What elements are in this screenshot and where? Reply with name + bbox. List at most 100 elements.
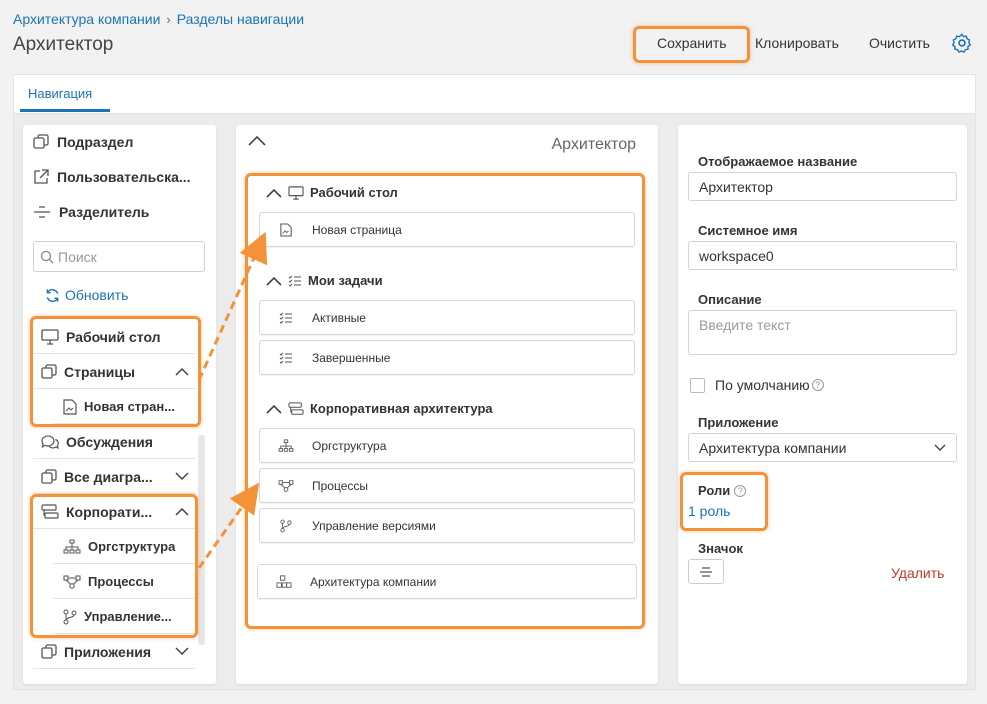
clear-button[interactable]: Очистить (869, 35, 930, 51)
system-name-input[interactable]: workspace0 (688, 241, 957, 270)
tree-item-label: Приложения (64, 643, 152, 660)
add-subsection-label: Подраздел (57, 134, 134, 150)
copy-icon (41, 468, 57, 484)
group-label: Рабочий стол (310, 185, 398, 200)
chevron-up-icon[interactable] (266, 404, 282, 414)
nav-item-org[interactable]: Оргструктура (259, 428, 635, 463)
help-icon[interactable]: ? (811, 379, 824, 391)
default-label: По умолчанию (715, 377, 810, 393)
nav-item-active[interactable]: Активные (259, 300, 635, 335)
process-icon (63, 575, 81, 589)
refresh-button[interactable]: Обновить (45, 287, 128, 303)
tree-item-label: Обсуждения (66, 433, 153, 450)
gear-icon[interactable] (951, 32, 973, 54)
tab-bar (13, 74, 976, 114)
chevron-down-icon[interactable] (175, 472, 189, 481)
chevron-right-icon: › (166, 11, 171, 27)
group-tasks-header[interactable]: Мои задачи (266, 273, 383, 288)
clone-button[interactable]: Клонировать (755, 35, 839, 51)
chevron-up-icon[interactable] (266, 276, 282, 286)
add-divider-label: Разделитель (59, 204, 150, 220)
tab-navigation[interactable]: Навигация (28, 86, 92, 101)
add-divider-button[interactable]: Разделитель (33, 204, 149, 220)
chevron-up-icon[interactable] (248, 135, 266, 146)
tree-item-processes[interactable]: Процессы (53, 565, 195, 599)
add-custom-label: Пользовательска... (57, 169, 191, 185)
checklist-icon (288, 275, 301, 287)
chevron-up-icon[interactable] (175, 367, 189, 376)
tree-item-corporate[interactable]: Корпорати... (33, 495, 195, 529)
branch-icon (280, 519, 292, 532)
roles-link[interactable]: 1 роль (688, 503, 730, 519)
search-placeholder: Поиск (58, 248, 97, 265)
nav-item-new-page[interactable]: Новая страница (259, 212, 635, 247)
description-input[interactable]: Введите текст (688, 310, 957, 355)
nav-item-label: Завершенные (312, 350, 391, 365)
default-checkbox[interactable] (690, 377, 705, 393)
delete-button[interactable]: Удалить (891, 565, 944, 581)
page-title: Архитектор (13, 34, 114, 55)
preview-title: Архитектор (551, 136, 637, 153)
divider-icon (34, 206, 50, 218)
icon-label: Значок (698, 541, 743, 556)
tree-item-label: Оргструктура (88, 539, 176, 554)
refresh-label: Обновить (65, 287, 129, 303)
nav-item-label: Оргструктура (312, 438, 387, 453)
icon-picker-button[interactable] (688, 559, 724, 584)
chevron-up-icon[interactable] (175, 507, 189, 516)
default-checkbox-row[interactable]: По умолчанию ? (690, 377, 824, 393)
process-icon (278, 479, 294, 492)
add-subsection-button[interactable]: Подраздел (33, 134, 133, 150)
system-name-label: Системное имя (698, 223, 798, 238)
display-name-input[interactable]: Архитектор (688, 172, 957, 201)
copy-icon (33, 134, 49, 149)
tree-item-pages[interactable]: Страницы (33, 355, 195, 389)
nav-item-label: Архитектура компании (310, 574, 437, 589)
breadcrumb-current[interactable]: Разделы навигации (177, 11, 304, 27)
breadcrumb-parent[interactable]: Архитектура компании (13, 11, 160, 27)
tree-item-label: Корпорати... (66, 503, 153, 520)
blocks-icon (276, 574, 292, 588)
group-workspace-header[interactable]: Рабочий стол (266, 185, 398, 200)
app-select-value: Архитектура компании (699, 439, 847, 456)
search-input[interactable]: Поиск (33, 241, 205, 272)
description-label: Описание (698, 292, 762, 307)
org-chart-icon (63, 539, 81, 553)
chevron-down-icon[interactable] (175, 647, 189, 656)
properties-panel: Отображаемое название Архитектор Системн… (678, 125, 967, 684)
page-icon (63, 398, 77, 415)
nav-item-label: Новая страница (312, 222, 402, 237)
tree-item-label: Рабочий стол (66, 328, 161, 345)
add-custom-button[interactable]: Пользовательска... (33, 169, 191, 185)
app-select[interactable]: Архитектура компании (688, 433, 957, 462)
nav-item-version[interactable]: Управление версиями (259, 508, 635, 543)
tree-item-discussions[interactable]: Обсуждения (33, 425, 195, 459)
nav-item-completed[interactable]: Завершенные (259, 340, 635, 375)
tree-item-all-diagrams[interactable]: Все диагра... (33, 460, 195, 494)
left-panel: Подраздел Пользовательска... Разделитель… (23, 125, 216, 684)
search-icon (40, 250, 54, 263)
tree-item-workspace[interactable]: Рабочий стол (33, 320, 195, 354)
display-name-label: Отображаемое название (698, 154, 858, 169)
chevron-down-icon (934, 444, 946, 451)
monitor-icon (288, 185, 304, 200)
checklist-icon (279, 312, 292, 324)
breadcrumb: Архитектура компании › Разделы навигации (13, 11, 304, 27)
tree-item-version[interactable]: Управление... (53, 600, 195, 634)
roles-label: Роли (698, 483, 731, 498)
divider-icon (700, 566, 712, 577)
page-icon (280, 222, 292, 237)
scrollbar[interactable] (198, 435, 205, 645)
save-button[interactable]: Сохранить (657, 35, 727, 51)
tree-item-label: Все диагра... (64, 468, 153, 485)
help-icon[interactable]: ? (734, 484, 747, 497)
org-chart-icon (278, 438, 294, 452)
nav-item-app[interactable]: Архитектура компании (257, 564, 637, 599)
tree-item-new-page[interactable]: Новая стран... (53, 390, 195, 424)
nav-item-processes[interactable]: Процессы (259, 468, 635, 503)
chevron-up-icon[interactable] (266, 188, 282, 198)
tree-item-org[interactable]: Оргструктура (53, 530, 195, 564)
tree-item-apps[interactable]: Приложения (33, 635, 195, 669)
middle-panel: Архитектор Рабочий стол Новая страница М… (236, 125, 658, 684)
group-corporate-header[interactable]: Корпоративная архитектура (266, 401, 493, 416)
